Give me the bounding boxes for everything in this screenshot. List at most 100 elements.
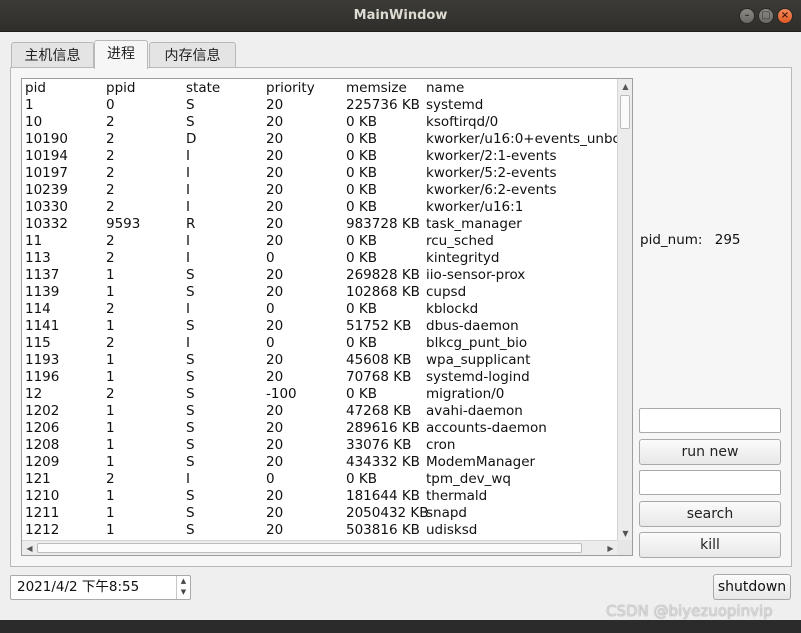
cell-priority: 20: [266, 369, 284, 385]
scroll-up-icon[interactable]: ▲: [618, 79, 632, 94]
tab-host-info[interactable]: 主机信息: [11, 42, 94, 68]
cell-ppid: 9593: [106, 216, 141, 232]
cell-ppid: 2: [106, 386, 115, 402]
spin-up-icon[interactable]: ▲: [177, 576, 190, 587]
run-command-input[interactable]: [639, 408, 781, 433]
vertical-scrollbar[interactable]: ▲ ▼: [617, 79, 632, 541]
search-button[interactable]: search: [639, 501, 781, 527]
table-row[interactable]: 12 2 S -100 0 KB migration/0: [25, 386, 619, 403]
cell-priority: 20: [266, 267, 284, 283]
cell-pid: 12: [25, 386, 43, 402]
cell-name: accounts-daemon: [426, 420, 547, 436]
cell-priority: 20: [266, 352, 284, 368]
table-row[interactable]: 115 2 I 0 0 KB blkcg_punt_bio: [25, 335, 619, 352]
cell-state: I: [186, 182, 190, 198]
header-name: name: [426, 80, 465, 96]
cell-priority: 20: [266, 148, 284, 164]
table-row[interactable]: 10197 2 I 20 0 KB kworker/5:2-events: [25, 165, 619, 182]
cell-state: I: [186, 233, 190, 249]
table-row[interactable]: 11 2 I 20 0 KB rcu_sched: [25, 233, 619, 250]
cell-state: S: [186, 522, 195, 538]
search-input[interactable]: [639, 470, 781, 495]
cell-name: kworker/u16:1: [426, 199, 524, 215]
table-row[interactable]: 1209 1 S 20 434332 KB ModemManager: [25, 454, 619, 471]
cell-ppid: 0: [106, 97, 115, 113]
spin-down-icon[interactable]: ▼: [177, 587, 190, 598]
cell-name: tpm_dev_wq: [426, 471, 511, 487]
cell-name: kblockd: [426, 301, 479, 317]
table-row[interactable]: 10190 2 D 20 0 KB kworker/u16:0+events_unbo: [25, 131, 619, 148]
table-row[interactable]: 1139 1 S 20 102868 KB cupsd: [25, 284, 619, 301]
horizontal-scrollbar[interactable]: ◀ ▶: [22, 540, 618, 555]
scroll-right-icon[interactable]: ▶: [603, 541, 618, 555]
table-row[interactable]: 1212 1 S 20 503816 KB udisksd: [25, 522, 619, 539]
cell-state: D: [186, 131, 197, 147]
table-row[interactable]: 1206 1 S 20 289616 KB accounts-daemon: [25, 420, 619, 437]
header-priority: priority: [266, 80, 315, 96]
horizontal-scroll-thumb[interactable]: [37, 543, 582, 553]
table-row[interactable]: 1137 1 S 20 269828 KB iio-sensor-prox: [25, 267, 619, 284]
cell-name: blkcg_punt_bio: [426, 335, 528, 351]
cell-ppid: 1: [106, 522, 115, 538]
table-row[interactable]: 10194 2 I 20 0 KB kworker/2:1-events: [25, 148, 619, 165]
table-row[interactable]: 114 2 I 0 0 KB kblockd: [25, 301, 619, 318]
cell-state: I: [186, 165, 190, 181]
cell-name: avahi-daemon: [426, 403, 523, 419]
process-rows[interactable]: pid ppid state priority memsize name 10S…: [25, 80, 619, 540]
pid-num-display: pid_num: 295: [640, 232, 741, 248]
tab-memory-info[interactable]: 内存信息: [149, 42, 236, 68]
table-row[interactable]: 10 2 S 20 0 KB ksoftirqd/0: [25, 114, 619, 131]
table-row[interactable]: 1193 1 S 20 45608 KB wpa_supplicant: [25, 352, 619, 369]
cell-ppid: 1: [106, 284, 115, 300]
title-bar[interactable]: MainWindow – □ ×: [0, 0, 801, 32]
cell-state: S: [186, 488, 195, 504]
cell-ppid: 2: [106, 182, 115, 198]
table-row[interactable]: 1202 1 S 20 47268 KB avahi-daemon: [25, 403, 619, 420]
process-list[interactable]: pid ppid state priority memsize name 10S…: [21, 78, 633, 556]
cell-pid: 1209: [25, 454, 60, 470]
cell-ppid: 1: [106, 403, 115, 419]
table-row[interactable]: 10332 9593 R 20 983728 KB task_manager: [25, 216, 619, 233]
scroll-corner: [617, 540, 632, 555]
cell-priority: 20: [266, 165, 284, 181]
cell-pid: 1193: [25, 352, 60, 368]
cell-pid: 1206: [25, 420, 60, 436]
maximize-icon[interactable]: □: [758, 8, 774, 24]
cell-priority: 0: [266, 301, 275, 317]
cell-priority: 20: [266, 437, 284, 453]
run-new-button[interactable]: run new: [639, 439, 781, 465]
cell-priority: 20: [266, 505, 284, 521]
datetime-spinner[interactable]: ▲ ▼: [176, 576, 190, 599]
datetime-value: 2021/4/2 下午8:55: [17, 579, 140, 595]
cell-state: I: [186, 301, 190, 317]
kill-button[interactable]: kill: [639, 532, 781, 558]
table-row[interactable]: 1208 1 S 20 33076 KB cron: [25, 437, 619, 454]
table-row[interactable]: 1210 1 S 20 181644 KB thermald: [25, 488, 619, 505]
datetime-edit[interactable]: 2021/4/2 下午8:55 ▲ ▼: [10, 575, 191, 600]
table-row[interactable]: 121 2 I 0 0 KB tpm_dev_wq: [25, 471, 619, 488]
table-row[interactable]: 1 0 S 20 225736 KB systemd: [25, 97, 619, 114]
cell-name: snapd: [426, 505, 468, 521]
table-row[interactable]: 1141 1 S 20 51752 KB dbus-daemon: [25, 318, 619, 335]
cell-pid: 10190: [25, 131, 68, 147]
scroll-left-icon[interactable]: ◀: [22, 541, 37, 555]
cell-ppid: 1: [106, 454, 115, 470]
cell-name: kworker/6:2-events: [426, 182, 557, 198]
cell-state: S: [186, 352, 195, 368]
cell-ppid: 1: [106, 420, 115, 436]
vertical-scroll-thumb[interactable]: [620, 95, 630, 129]
table-row[interactable]: 1211 1 S 20 2050432 KB snapd: [25, 505, 619, 522]
shutdown-button[interactable]: shutdown: [713, 574, 791, 600]
table-row[interactable]: 10239 2 I 20 0 KB kworker/6:2-events: [25, 182, 619, 199]
cell-ppid: 2: [106, 199, 115, 215]
cell-priority: 0: [266, 250, 275, 266]
scroll-down-icon[interactable]: ▼: [618, 526, 632, 541]
minimize-icon[interactable]: –: [739, 8, 755, 24]
table-row[interactable]: 10330 2 I 20 0 KB kworker/u16:1: [25, 199, 619, 216]
table-row[interactable]: 113 2 I 0 0 KB kintegrityd: [25, 250, 619, 267]
close-icon[interactable]: ×: [777, 8, 793, 24]
table-row[interactable]: 1196 1 S 20 70768 KB systemd-logind: [25, 369, 619, 386]
tab-process[interactable]: 进程: [94, 40, 148, 69]
cell-pid: 1137: [25, 267, 60, 283]
cell-pid: 10332: [25, 216, 68, 232]
